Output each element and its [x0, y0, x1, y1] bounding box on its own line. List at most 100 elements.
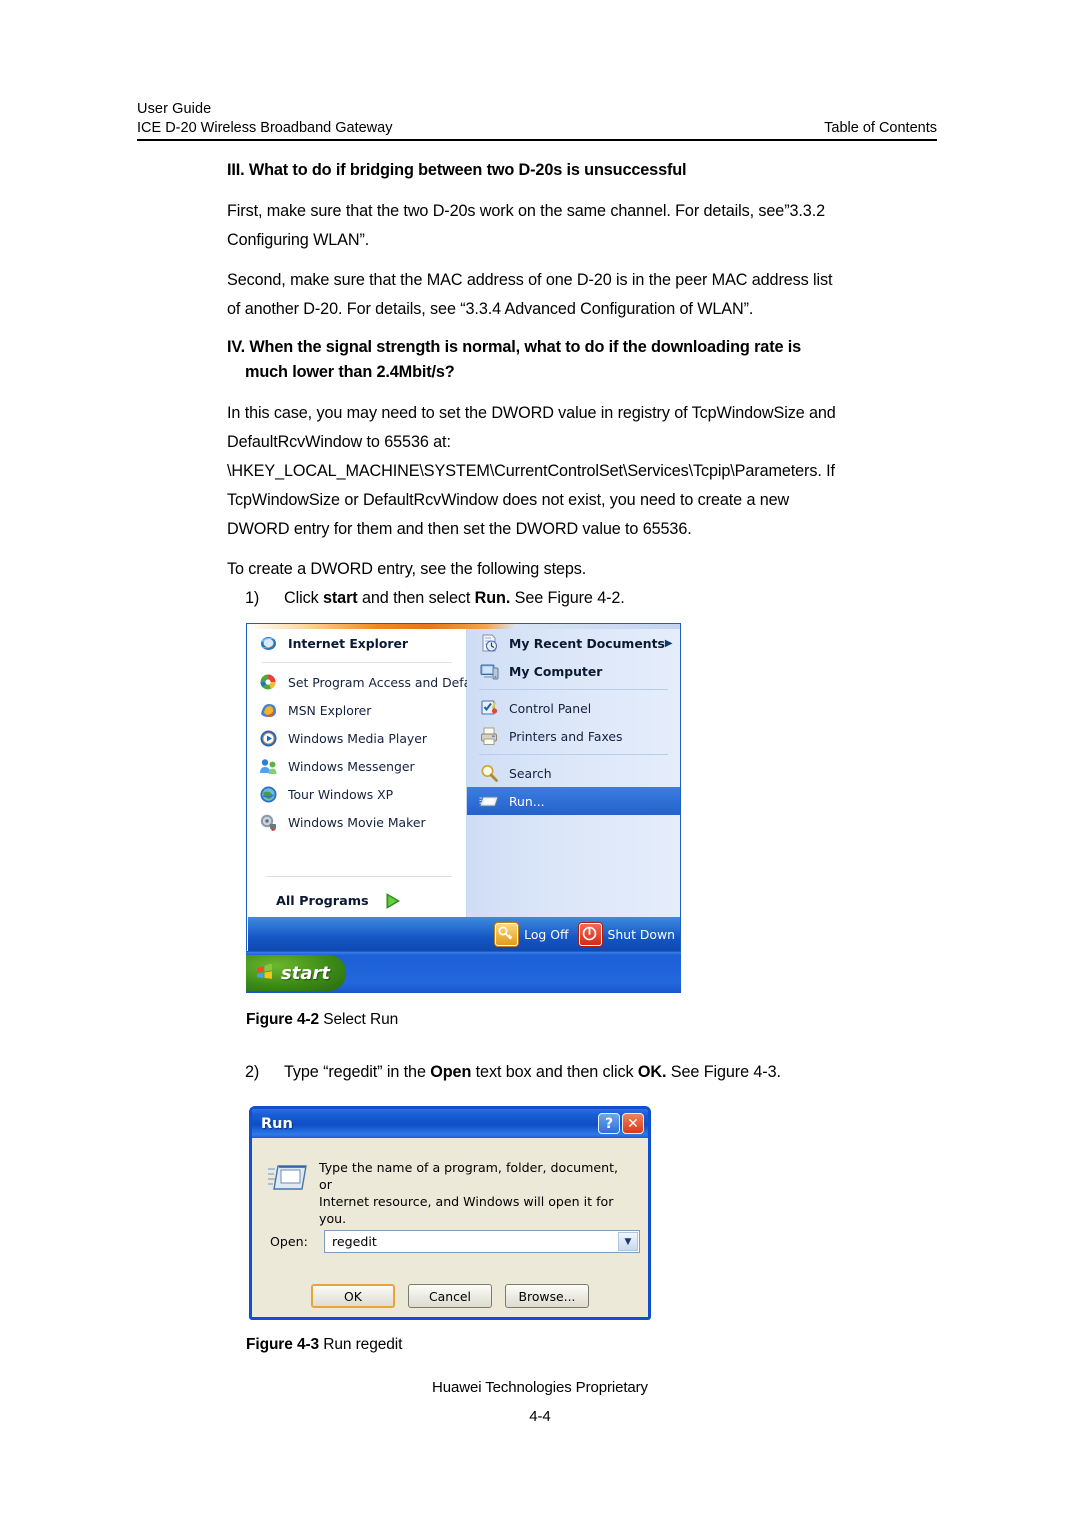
page-footer: Huawei Technologies Proprietary 4-4 — [0, 1373, 1080, 1431]
start-menu-item-tour-windows-xp[interactable]: Tour Windows XP — [248, 780, 466, 808]
step-2-text-a: Type “regedit” in the — [284, 1063, 431, 1081]
step-item-2-wrapper: 2) Type “regedit” in the Open text box a… — [227, 1058, 947, 1087]
step-1-bold-start: start — [322, 589, 358, 607]
start-menu-all-programs-button[interactable]: All Programs — [248, 891, 466, 911]
start-menu-label: Windows Movie Maker — [288, 814, 426, 830]
start-menu-label: Tour Windows XP — [288, 786, 394, 802]
step-item-1: 1) Click start and then select Run. See … — [227, 584, 939, 613]
start-menu-item-my-computer[interactable]: My Computer — [467, 657, 680, 685]
start-menu-item-windows-messenger[interactable]: Windows Messenger — [248, 752, 466, 780]
shut-down-button[interactable]: Shut Down — [578, 923, 675, 946]
paragraph-registry: In this case, you may need to set the DW… — [227, 399, 939, 544]
start-menu-label: Printers and Faxes — [509, 728, 623, 744]
start-menu-item-set-program-access[interactable]: Set Program Access and Defa… — [248, 668, 484, 696]
step-1-bold-run: Run. — [474, 589, 511, 607]
start-menu-item-control-panel[interactable]: Control Panel — [467, 694, 680, 722]
open-combo-input[interactable]: regedit ▼ — [324, 1230, 640, 1253]
header-table-of-contents: Table of Contents — [824, 120, 937, 136]
step-2-bold-ok: OK. — [637, 1063, 667, 1081]
cancel-button[interactable]: Cancel — [408, 1284, 492, 1308]
start-menu-label: My Computer — [509, 663, 603, 679]
start-menu-panel: Internet Explorer Set Program Access and… — [246, 623, 681, 952]
set-program-access-icon — [258, 672, 279, 693]
windows-flag-icon — [255, 962, 275, 983]
submenu-chevron-right-icon: ▶ — [664, 637, 673, 649]
run-icon — [479, 791, 500, 812]
windows-messenger-icon — [258, 756, 279, 777]
start-menu-label: Windows Messenger — [288, 758, 415, 774]
paragraph-first-line1: First, make sure that the two D-20s work… — [227, 202, 826, 220]
log-off-button[interactable]: Log Off — [495, 923, 569, 946]
my-recent-documents-icon — [479, 633, 500, 654]
start-menu-label: Internet Explorer — [288, 635, 409, 651]
run-dialog-button-row: OK Cancel Browse... — [252, 1284, 648, 1308]
start-menu-label: Control Panel — [509, 700, 592, 716]
figure-4-2-caption: Figure 4-2 Select Run — [246, 1008, 946, 1032]
ok-button[interactable]: OK — [311, 1284, 395, 1308]
figure-4-3-text: Run regedit — [319, 1336, 403, 1353]
shut-down-label: Shut Down — [607, 927, 675, 942]
step-1-text-b: and then select — [357, 589, 475, 607]
step-1-text-c: See Figure 4-2. — [510, 589, 625, 607]
start-menu-label: Run... — [509, 793, 545, 809]
run-dialog-open-row: Open: regedit ▼ — [270, 1230, 640, 1253]
paragraph-registry-line1: In this case, you may need to set the DW… — [227, 404, 836, 422]
printers-and-faxes-icon — [479, 726, 500, 747]
close-icon[interactable]: ✕ — [622, 1113, 644, 1134]
windows-movie-maker-icon — [258, 812, 279, 833]
start-menu-item-internet-explorer[interactable]: Internet Explorer — [248, 629, 466, 657]
step-2-text-b: text box and then click — [471, 1063, 638, 1081]
start-menu-left-column: Internet Explorer Set Program Access and… — [248, 629, 484, 917]
help-button[interactable]: ? — [598, 1113, 620, 1134]
paragraph-first-line2: Configuring WLAN”. — [227, 231, 370, 249]
start-menu-item-msn-explorer[interactable]: MSN Explorer — [248, 696, 466, 724]
section-heading-iii: III. What to do if bridging between two … — [227, 161, 687, 179]
start-button[interactable]: start — [246, 955, 346, 991]
start-button-label: start — [281, 962, 330, 984]
paragraph-steps-intro: To create a DWORD entry, see the followi… — [227, 560, 587, 578]
paragraph-second-line1: Second, make sure that the MAC address o… — [227, 271, 833, 289]
start-menu-bottom-bar: Log Off Shut Down — [248, 917, 680, 951]
start-menu-label: My Recent Documents — [509, 635, 665, 651]
my-computer-icon — [479, 661, 500, 682]
start-menu-item-windows-movie-maker[interactable]: Windows Movie Maker — [248, 808, 466, 836]
start-menu-left-divider — [262, 662, 452, 663]
section-heading-iv-line2: much lower than 2.4Mbit/s? — [245, 363, 455, 381]
header-product-name: ICE D-20 Wireless Broadband Gateway — [137, 120, 393, 136]
windows-taskbar: start — [246, 952, 681, 993]
start-menu-item-my-recent-documents[interactable]: My Recent Documents ▶ — [467, 629, 680, 657]
open-input-value: regedit — [332, 1234, 377, 1249]
paragraph-second: Second, make sure that the MAC address o… — [227, 266, 939, 324]
section-heading-iv: IV. When the signal strength is normal, … — [227, 335, 939, 385]
power-icon — [578, 923, 602, 946]
figure-start-menu-screenshot: Internet Explorer Set Program Access and… — [246, 623, 681, 993]
footer-page-number: 4-4 — [529, 1408, 551, 1425]
start-menu-item-search[interactable]: Search — [467, 759, 680, 787]
start-menu-item-printers-and-faxes[interactable]: Printers and Faxes — [467, 722, 680, 750]
header-divider — [137, 139, 937, 141]
section-heading-iv-line1: IV. When the signal strength is normal, … — [227, 338, 802, 356]
all-programs-divider — [266, 876, 452, 877]
start-menu-label: Set Program Access and Defa… — [288, 674, 484, 690]
step-item-2: 2) Type “regedit” in the Open text box a… — [227, 1058, 947, 1087]
run-description-line1: Type the name of a program, folder, docu… — [319, 1160, 619, 1192]
chevron-down-icon[interactable]: ▼ — [618, 1232, 638, 1251]
step-1-number: 1) — [245, 589, 260, 607]
run-dialog-title: Run — [261, 1115, 293, 1132]
run-dialog-description: Type the name of a program, folder, docu… — [319, 1159, 629, 1227]
start-menu-label: Search — [509, 765, 552, 781]
start-menu-right-column: My Recent Documents ▶ My Computer Contro… — [467, 629, 680, 917]
control-panel-icon — [479, 698, 500, 719]
all-programs-arrow-icon — [383, 891, 403, 911]
open-field-label: Open: — [270, 1234, 308, 1249]
paragraph-first: First, make sure that the two D-20s work… — [227, 197, 939, 255]
start-menu-power-area: Log Off Shut Down — [495, 923, 675, 946]
start-menu-item-run[interactable]: Run... — [467, 787, 680, 815]
start-menu-item-windows-media-player[interactable]: Windows Media Player — [248, 724, 466, 752]
all-programs-label: All Programs — [276, 893, 369, 909]
document-body: III. What to do if bridging between two … — [227, 158, 939, 613]
start-menu-right-divider-1 — [479, 689, 668, 690]
run-dialog-titlebar: Run ? ✕ — [252, 1109, 648, 1138]
browse-button[interactable]: Browse... — [505, 1284, 589, 1308]
paragraph-registry-line2: DefaultRcvWindow to 65536 at: — [227, 433, 451, 451]
